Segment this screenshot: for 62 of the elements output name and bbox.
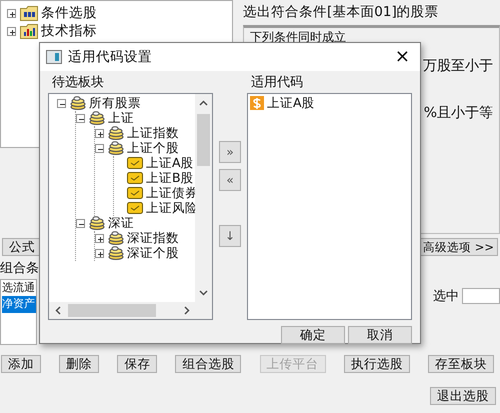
dollar-icon [250, 96, 264, 110]
window-icon [46, 50, 62, 64]
vertical-scrollbar[interactable] [195, 94, 212, 302]
combo-label: 组合条 [0, 260, 39, 278]
card-icon [127, 172, 143, 184]
coin-stack-icon [89, 216, 105, 230]
toolbar-button[interactable]: 存至板块 [428, 354, 494, 372]
card-icon [127, 157, 143, 169]
expand-icon[interactable] [95, 248, 104, 258]
scroll-down-icon[interactable] [199, 290, 208, 296]
toolbar-button[interactable]: 执行选股 [344, 354, 410, 372]
condition-text: %且小于等 [424, 104, 493, 124]
tree-item[interactable]: 技术指标 [41, 20, 97, 42]
collapse-icon[interactable] [57, 98, 66, 108]
toolbar-button[interactable]: 添加 [1, 354, 41, 372]
scroll-left-icon[interactable] [55, 306, 61, 314]
list-item[interactable]: 选流通 [2, 280, 36, 296]
close-button[interactable]: × [394, 48, 410, 66]
selected-label: 选中 [433, 288, 459, 306]
collapse-icon[interactable] [76, 114, 85, 122]
scroll-up-icon[interactable] [199, 100, 208, 106]
toolbar-button[interactable]: 组合选股 [175, 354, 242, 372]
coin-stack-icon [108, 246, 124, 260]
group-title: 适用代码 [251, 74, 304, 92]
coin-stack-icon [70, 96, 86, 110]
exit-button[interactable]: 退出选股 [430, 386, 496, 404]
group-title: 待选板块 [52, 74, 105, 92]
coin-stack-icon [108, 126, 124, 140]
scroll-right-icon[interactable] [184, 306, 190, 314]
list-item[interactable]: 净资产 [2, 296, 36, 312]
scroll-thumb[interactable] [197, 114, 210, 166]
expand-icon[interactable] [7, 8, 16, 18]
group-title: 下列条件同时成立 [250, 31, 346, 44]
horizontal-scrollbar[interactable] [49, 302, 212, 318]
cancel-button[interactable]: 取消 [348, 326, 412, 344]
move-button[interactable]: » [219, 141, 241, 163]
coin-stack-icon [108, 231, 124, 245]
coin-stack-icon [108, 141, 124, 155]
dialog-title: 适用代码设置 [68, 48, 153, 67]
list-item[interactable]: 上证A股 [267, 94, 315, 112]
collapse-icon[interactable] [76, 218, 85, 228]
folder-icon [20, 5, 38, 21]
toolbar-button[interactable]: 删除 [59, 354, 100, 372]
expand-icon[interactable] [7, 26, 16, 36]
folder-icon [20, 23, 38, 39]
condition-text: 万股至小于 [423, 57, 493, 76]
coin-stack-icon [89, 111, 105, 125]
expand-icon[interactable] [95, 128, 104, 138]
card-icon [127, 187, 143, 199]
toolbar-button[interactable]: 保存 [117, 354, 158, 372]
ok-button[interactable]: 确定 [281, 326, 345, 344]
result-title: 选出符合条件[基本面01]的股票 [243, 3, 440, 22]
selected-field[interactable] [462, 288, 500, 304]
card-icon [127, 202, 143, 214]
formula-button[interactable]: 公式 [2, 238, 42, 256]
tree-item[interactable]: 条件选股 [41, 2, 97, 24]
move-button[interactable]: « [219, 169, 241, 191]
move-button[interactable]: ↓ [219, 225, 241, 247]
scroll-thumb[interactable] [68, 304, 156, 316]
advanced-options-button[interactable]: 高级选项 >> [419, 238, 498, 256]
expand-icon[interactable] [95, 234, 104, 242]
collapse-icon[interactable] [95, 144, 104, 152]
